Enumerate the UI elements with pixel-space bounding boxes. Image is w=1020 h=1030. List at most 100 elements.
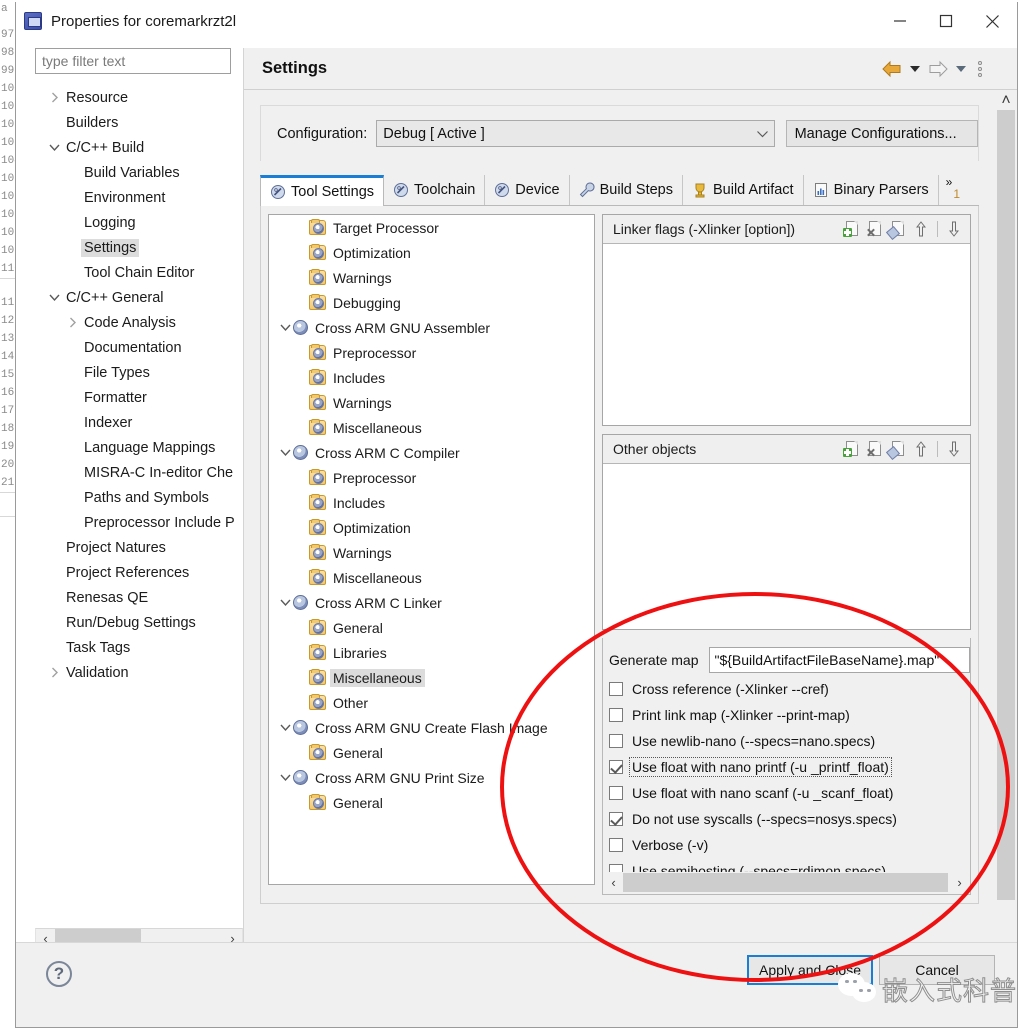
minimize-button[interactable] [877,6,923,36]
nav-item-validation[interactable]: Validation [35,660,243,685]
nav-item-c-c-general[interactable]: C/C++ General [35,285,243,310]
tool-tree-item-miscellaneous[interactable]: Miscellaneous [269,665,594,690]
nav-item-language-mappings[interactable]: Language Mappings [35,435,243,460]
move-up-icon[interactable] [911,219,931,239]
checkbox-icon[interactable] [609,786,623,800]
tool-tree-item-cross-arm-gnu-assembler[interactable]: Cross ARM GNU Assembler [269,315,594,340]
tool-tree-item-cross-arm-gnu-create-flash-image[interactable]: Cross ARM GNU Create Flash Image [269,715,594,740]
nav-item-environment[interactable]: Environment [35,185,243,210]
nav-item-paths-and-symbols[interactable]: Paths and Symbols [35,485,243,510]
tool-tree-item-general[interactable]: General [269,790,594,815]
tool-tree-item-miscellaneous[interactable]: Miscellaneous [269,415,594,440]
nav-item-documentation[interactable]: Documentation [35,335,243,360]
checkbox-icon[interactable] [609,760,623,774]
nav-item-file-types[interactable]: File Types [35,360,243,385]
chevron-down-icon[interactable] [277,773,293,782]
nav-item-project-references[interactable]: Project References [35,560,243,585]
scroll-up-arrow[interactable]: ˄ [996,91,1016,110]
scroll-left-arrow[interactable]: ‹ [604,873,623,892]
options-horizontal-scrollbar[interactable]: ‹ › [604,872,969,893]
generate-map-input[interactable]: "${BuildArtifactFileBaseName}.map" [708,647,970,673]
checkbox-icon[interactable] [609,838,623,852]
nav-item-build-variables[interactable]: Build Variables [35,160,243,185]
tool-tree-item-preprocessor[interactable]: Preprocessor [269,340,594,365]
filter-input[interactable]: type filter text [35,48,231,74]
tool-tree-item-optimization[interactable]: Optimization [269,240,594,265]
move-down-icon[interactable] [944,219,964,239]
scroll-thumb[interactable] [623,873,948,892]
maximize-button[interactable] [923,6,969,36]
add-icon[interactable] [842,219,862,239]
nav-item-misra-c-in-editor-che[interactable]: MISRA-C In-editor Che [35,460,243,485]
checkbox-row-verbose-v[interactable]: Verbose (-v) [603,832,970,858]
nav-item-preprocessor-include-p[interactable]: Preprocessor Include P [35,510,243,535]
tool-tree-item-other[interactable]: Other [269,690,594,715]
scroll-right-arrow[interactable]: › [950,873,969,892]
checkbox-icon[interactable] [609,812,623,826]
checkbox-icon[interactable] [609,734,623,748]
chevron-down-icon[interactable] [277,598,293,607]
tool-tree-item-general[interactable]: General [269,740,594,765]
move-up-icon[interactable] [911,439,931,459]
tool-tree-item-miscellaneous[interactable]: Miscellaneous [269,565,594,590]
move-down-icon[interactable] [944,439,964,459]
checkbox-row-use-newlib-nano-specs-nano-specs[interactable]: Use newlib-nano (--specs=nano.specs) [603,728,970,754]
nav-item-project-natures[interactable]: Project Natures [35,535,243,560]
tool-tree-item-preprocessor[interactable]: Preprocessor [269,465,594,490]
checkbox-icon[interactable] [609,682,623,696]
chevron-right-icon[interactable] [63,317,81,328]
tool-tree-item-optimization[interactable]: Optimization [269,515,594,540]
settings-tabs[interactable]: Tool Settings Toolchain Device Build Steps B… [260,175,979,206]
tool-tree-item-includes[interactable]: Includes [269,490,594,515]
checkbox-row-use-float-with-nano-scanf-u-scanf-float[interactable]: Use float with nano scanf (-u _scanf_flo… [603,780,970,806]
chevron-down-icon[interactable] [45,293,63,302]
tab-build-artifact[interactable]: Build Artifact [682,175,804,205]
tab-binary-parsers[interactable]: Binary Parsers [803,175,939,205]
nav-item-logging[interactable]: Logging [35,210,243,235]
tab-build-steps[interactable]: Build Steps [569,175,683,205]
apply-and-close-button[interactable]: Apply and Close [747,955,873,985]
tab-tool-settings[interactable]: Tool Settings [260,175,385,206]
nav-item-code-analysis[interactable]: Code Analysis [35,310,243,335]
edit-icon[interactable] [885,439,908,461]
delete-icon[interactable] [865,439,885,459]
chevron-right-icon[interactable] [45,667,63,678]
nav-item-resource[interactable]: Resource [35,85,243,110]
view-menu-dots-icon[interactable] [971,56,989,82]
nav-item-c-c-build[interactable]: C/C++ Build [35,135,243,160]
tool-tree-item-cross-arm-c-compiler[interactable]: Cross ARM C Compiler [269,440,594,465]
configuration-select[interactable]: Debug [ Active ] [376,120,775,147]
checkbox-row-cross-reference-xlinker-cref[interactable]: Cross reference (-Xlinker --cref) [603,676,970,702]
checkbox-row-do-not-use-syscalls-specs-nosys-specs[interactable]: Do not use syscalls (--specs=nosys.specs… [603,806,970,832]
checkbox-icon[interactable] [609,708,623,722]
settings-vertical-scrollbar[interactable]: ˄ ˅ [995,91,1017,961]
nav-item-indexer[interactable]: Indexer [35,410,243,435]
nav-item-task-tags[interactable]: Task Tags [35,635,243,660]
chevron-down-icon[interactable] [277,323,293,332]
back-history-chevron-down-icon[interactable] [907,56,923,82]
tool-tree-item-target-processor[interactable]: Target Processor [269,215,594,240]
tool-tree-item-cross-arm-gnu-print-size[interactable]: Cross ARM GNU Print Size [269,765,594,790]
chevron-down-icon[interactable] [45,143,63,152]
tool-tree-item-includes[interactable]: Includes [269,365,594,390]
nav-item-builders[interactable]: Builders [35,110,243,135]
scroll-thumb[interactable] [997,110,1015,900]
tool-options-tree[interactable]: Target Processor Optimization Warnings Debu… [268,214,595,885]
checkbox-row-print-link-map-xlinker-print-map[interactable]: Print link map (-Xlinker --print-map) [603,702,970,728]
tool-tree-item-cross-arm-c-linker[interactable]: Cross ARM C Linker [269,590,594,615]
chevron-right-icon[interactable] [45,92,63,103]
tab-toolchain[interactable]: Toolchain [384,175,486,205]
nav-item-settings[interactable]: Settings [35,235,243,260]
nav-item-formatter[interactable]: Formatter [35,385,243,410]
settings-nav-tree[interactable]: Resource Builders C/C++ Build Build Variabl… [35,85,243,921]
tool-tree-item-warnings[interactable]: Warnings [269,390,594,415]
manage-configurations-button[interactable]: Manage Configurations... [785,120,978,147]
linker-flags-list[interactable] [603,244,970,425]
tool-tree-item-warnings[interactable]: Warnings [269,265,594,290]
add-icon[interactable] [842,439,862,459]
forward-arrow-icon[interactable] [925,56,951,82]
tool-tree-item-warnings[interactable]: Warnings [269,540,594,565]
edit-icon[interactable] [885,219,908,241]
back-arrow-icon[interactable] [879,56,905,82]
tool-tree-item-libraries[interactable]: Libraries [269,640,594,665]
